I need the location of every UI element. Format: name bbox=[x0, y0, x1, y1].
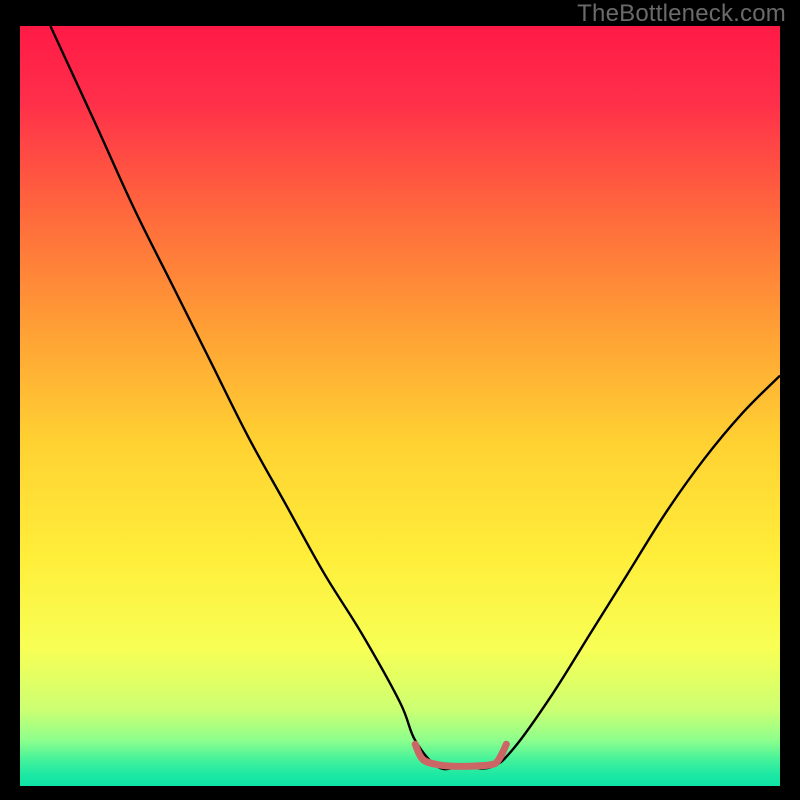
gradient-background bbox=[20, 26, 780, 786]
plot-area bbox=[20, 26, 780, 786]
chart-frame: TheBottleneck.com bbox=[0, 0, 800, 800]
bottleneck-chart bbox=[20, 26, 780, 786]
watermark-text: TheBottleneck.com bbox=[577, 0, 786, 28]
